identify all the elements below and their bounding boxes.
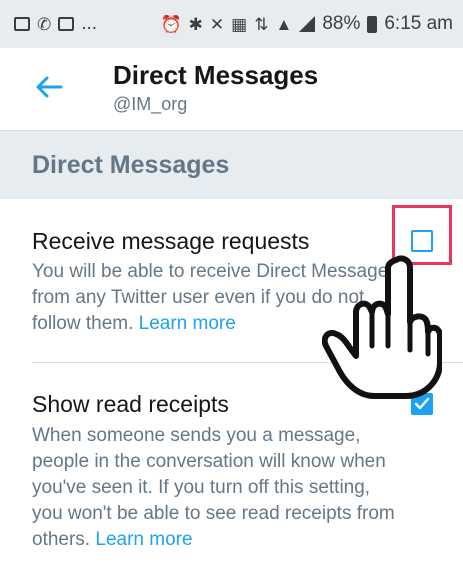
gallery-icon	[14, 17, 30, 31]
signal-icon	[299, 16, 316, 32]
app-header: Direct Messages @IM_org	[0, 48, 463, 126]
nfc-icon: ▦	[231, 14, 248, 34]
section-header: Direct Messages	[0, 130, 463, 199]
status-bar: ✆ ... ⏰ ✱ ✕ ▦ ⇅ ▲ 88% 6:15 am	[0, 0, 463, 48]
page-title: Direct Messages	[113, 60, 319, 90]
whatsapp-icon: ✆	[37, 14, 52, 34]
battery-percent: 88%	[322, 13, 361, 34]
data-icon: ⇅	[254, 14, 269, 34]
hand-pointer-icon	[322, 255, 442, 399]
wifi-icon: ▲	[275, 14, 293, 34]
status-bar-right: ⏰ ✱ ✕ ▦ ⇅ ▲ 88% 6:15 am	[161, 13, 454, 35]
back-button[interactable]	[32, 70, 66, 104]
battery-icon	[367, 15, 378, 33]
status-more-indicator: ...	[81, 13, 98, 34]
section-title: Direct Messages	[32, 151, 230, 179]
alarm-icon: ⏰	[160, 14, 182, 34]
setting-title: Show read receipts	[32, 391, 229, 417]
setting-title: Receive message requests	[32, 228, 310, 254]
status-bar-left: ✆ ...	[14, 13, 97, 35]
learn-more-link[interactable]: Learn more	[95, 529, 192, 550]
message-icon	[58, 17, 75, 31]
learn-more-link[interactable]: Learn more	[139, 313, 236, 334]
setting-description: When someone sends you a message, people…	[32, 423, 402, 553]
arrow-left-icon	[36, 76, 63, 98]
setting-description-text: When someone sends you a message, people…	[32, 425, 395, 550]
mute-icon: ✕	[209, 14, 225, 34]
page-subtitle: @IM_org	[113, 94, 188, 114]
bluetooth-icon: ✱	[188, 14, 203, 34]
status-time: 6:15 am	[384, 13, 453, 34]
